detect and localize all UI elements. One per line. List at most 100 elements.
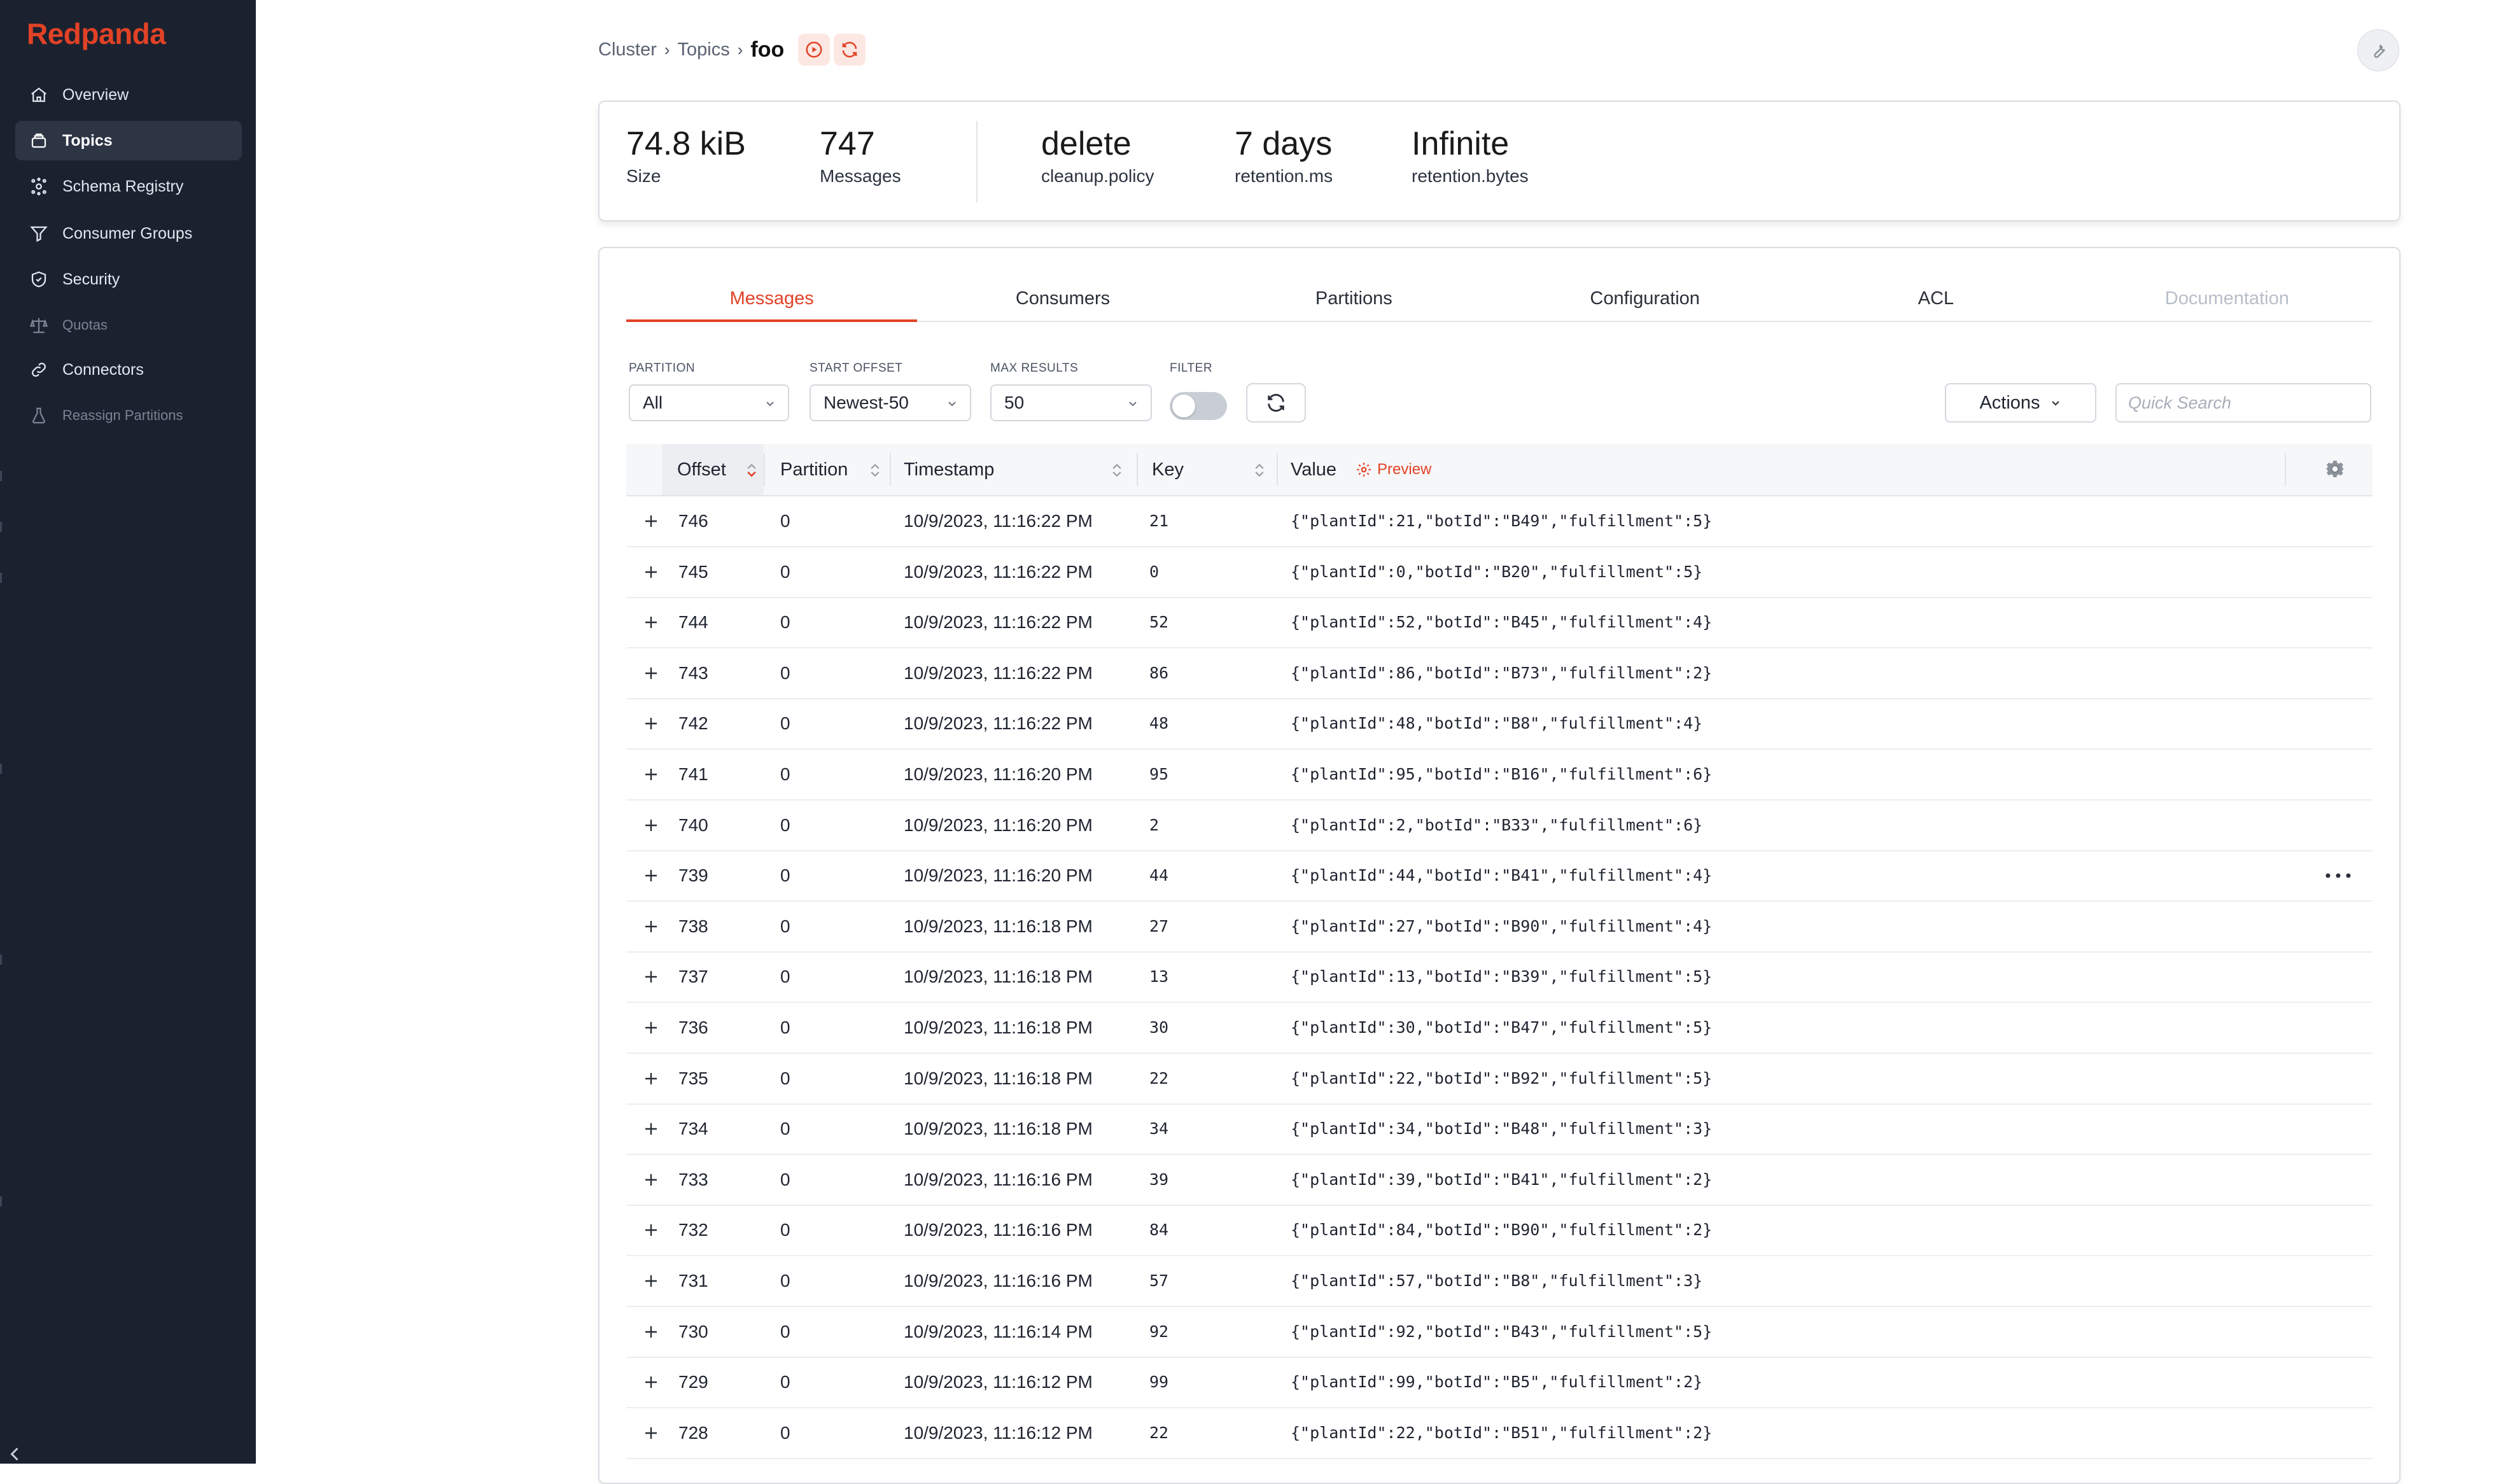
- sidebar-item-security[interactable]: Security: [15, 260, 242, 299]
- cell-offset: 744: [678, 612, 708, 633]
- debug-tools-button[interactable]: [2357, 29, 2399, 71]
- table-row[interactable]: 746 0 10/9/2023, 11:16:22 PM 21 {"plantId":2…: [626, 496, 2373, 547]
- breadcrumb-cluster[interactable]: Cluster: [598, 39, 657, 60]
- sidebar-item-schema-registry[interactable]: Schema Registry: [15, 167, 242, 206]
- column-label: Offset: [677, 459, 726, 480]
- stat-messages: 747 Messages: [820, 125, 901, 186]
- cell-offset: 735: [678, 1068, 708, 1088]
- tab-messages[interactable]: Messages: [626, 276, 918, 322]
- cell-value: {"plantId":34,"botId":"B48","fulfillment…: [1291, 1119, 1713, 1138]
- table-row[interactable]: 731 0 10/9/2023, 11:16:16 PM 57 {"plantId":5…: [626, 1256, 2373, 1307]
- quick-search-input[interactable]: [2115, 383, 2371, 423]
- table-row[interactable]: 740 0 10/9/2023, 11:16:20 PM 2 {"plantId":2,…: [626, 801, 2373, 851]
- actions-dropdown-button[interactable]: Actions: [1945, 383, 2096, 423]
- sidebar-item-label: Topics: [62, 131, 113, 150]
- column-label: Partition: [780, 459, 848, 480]
- sidebar-item-connectors[interactable]: Connectors: [15, 350, 242, 389]
- produce-record-button[interactable]: [798, 34, 831, 66]
- sidebar-item-overview[interactable]: Overview: [15, 75, 242, 115]
- expand-row-plus-icon[interactable]: [642, 1119, 661, 1138]
- cell-partition: 0: [780, 561, 790, 582]
- refresh-messages-button[interactable]: [1246, 383, 1306, 423]
- cell-offset: 741: [678, 764, 708, 784]
- redpanda-logo[interactable]: Redpanda: [27, 17, 166, 51]
- expand-row-plus-icon[interactable]: [642, 816, 661, 835]
- stat-value: delete: [1041, 125, 1132, 162]
- page-title: foo: [750, 37, 785, 62]
- table-row[interactable]: 743 0 10/9/2023, 11:16:22 PM 86 {"plantId":8…: [626, 648, 2373, 699]
- start-offset-select[interactable]: Newest-50: [810, 384, 971, 421]
- table-row[interactable]: 745 0 10/9/2023, 11:16:22 PM 0 {"plantId":0,…: [626, 547, 2373, 598]
- tab-acl[interactable]: ACL: [1790, 276, 2081, 321]
- column-settings-gear-icon[interactable]: [2324, 458, 2346, 480]
- column-header-timestamp[interactable]: Timestamp: [891, 444, 1137, 495]
- sidebar-item-label: Consumer Groups: [62, 224, 193, 242]
- partition-select[interactable]: All: [629, 384, 789, 421]
- expand-row-plus-icon[interactable]: [642, 512, 661, 531]
- max-results-select[interactable]: 50: [990, 384, 1152, 421]
- table-row[interactable]: 738 0 10/9/2023, 11:16:18 PM 27 {"plantId":2…: [626, 902, 2373, 953]
- expand-row-plus-icon[interactable]: [642, 1170, 661, 1189]
- collapse-sidebar-icon[interactable]: [5, 1445, 24, 1464]
- expand-row-plus-icon[interactable]: [642, 1271, 661, 1291]
- cell-value: {"plantId":22,"botId":"B51","fulfillment…: [1291, 1423, 1713, 1442]
- cell-key: 27: [1149, 916, 1169, 935]
- column-header-offset[interactable]: Offset: [662, 444, 764, 495]
- tab-consumers[interactable]: Consumers: [917, 276, 1208, 321]
- expand-row-plus-icon[interactable]: [642, 1373, 661, 1392]
- scroll-marker: [0, 573, 2, 583]
- expand-row-plus-icon[interactable]: [642, 613, 661, 632]
- sidebar-item-label: Reassign Partitions: [62, 407, 183, 423]
- partition-select-value: All: [643, 393, 663, 412]
- expand-row-plus-icon[interactable]: [642, 765, 661, 784]
- cell-timestamp: 10/9/2023, 11:16:16 PM: [904, 1169, 1093, 1189]
- stat-cleanup-policy: delete cleanup.policy: [1041, 125, 1154, 186]
- expand-row-plus-icon[interactable]: [642, 866, 661, 885]
- gear-icon: [1357, 463, 1371, 477]
- table-row[interactable]: 733 0 10/9/2023, 11:16:16 PM 39 {"plantId":3…: [626, 1155, 2373, 1206]
- tab-configuration[interactable]: Configuration: [1499, 276, 1790, 321]
- sidebar-item-consumer-groups[interactable]: Consumer Groups: [15, 214, 242, 253]
- table-row[interactable]: 728 0 10/9/2023, 11:16:12 PM 22 {"plantId":2…: [626, 1408, 2373, 1459]
- cell-key: 84: [1149, 1221, 1169, 1240]
- breadcrumb-topics[interactable]: Topics: [678, 39, 730, 60]
- table-row[interactable]: 732 0 10/9/2023, 11:16:16 PM 84 {"plantId":8…: [626, 1205, 2373, 1257]
- cell-key: 21: [1149, 512, 1169, 530]
- expand-row-plus-icon[interactable]: [642, 664, 661, 683]
- table-row[interactable]: 730 0 10/9/2023, 11:16:14 PM 92 {"plantId":9…: [626, 1307, 2373, 1358]
- sort-desc-icon: [747, 463, 756, 477]
- column-label: Value: [1291, 459, 1337, 480]
- preview-settings-link[interactable]: Preview: [1356, 461, 1431, 479]
- expand-row-plus-icon[interactable]: [642, 1069, 661, 1088]
- table-row[interactable]: 744 0 10/9/2023, 11:16:22 PM 52 {"plantId":5…: [626, 598, 2373, 649]
- cell-offset: 740: [678, 815, 708, 835]
- table-row[interactable]: 741 0 10/9/2023, 11:16:20 PM 95 {"plantId":9…: [626, 750, 2373, 801]
- cell-key: 0: [1149, 562, 1160, 581]
- column-header-key[interactable]: Key: [1138, 444, 1277, 495]
- cell-key: 44: [1149, 866, 1169, 885]
- sidebar-item-topics[interactable]: Topics: [15, 121, 242, 160]
- cell-partition: 0: [780, 916, 790, 936]
- filter-toggle[interactable]: [1170, 392, 1227, 420]
- expand-row-plus-icon[interactable]: [642, 1322, 661, 1341]
- refresh-topic-button[interactable]: [834, 34, 866, 66]
- table-row[interactable]: 736 0 10/9/2023, 11:16:18 PM 30 {"plantId":3…: [626, 1003, 2373, 1054]
- expand-row-plus-icon[interactable]: [642, 967, 661, 986]
- cell-partition: 0: [780, 1018, 790, 1037]
- table-row[interactable]: 742 0 10/9/2023, 11:16:22 PM 48 {"plantId":4…: [626, 699, 2373, 750]
- expand-row-plus-icon[interactable]: [642, 563, 661, 582]
- tab-partitions[interactable]: Partitions: [1209, 276, 1499, 321]
- expand-row-plus-icon[interactable]: [642, 1018, 661, 1037]
- column-header-partition[interactable]: Partition: [765, 444, 890, 495]
- row-more-options-icon[interactable]: [2319, 866, 2357, 885]
- table-row[interactable]: 739 0 10/9/2023, 11:16:20 PM 44 {"plantId":4…: [626, 851, 2373, 902]
- expand-row-plus-icon[interactable]: [642, 1424, 661, 1443]
- expand-row-plus-icon[interactable]: [642, 917, 661, 936]
- table-row[interactable]: 734 0 10/9/2023, 11:16:18 PM 34 {"plantId":3…: [626, 1104, 2373, 1156]
- table-row[interactable]: 729 0 10/9/2023, 11:16:12 PM 99 {"plantId":9…: [626, 1357, 2373, 1409]
- table-row[interactable]: 735 0 10/9/2023, 11:16:18 PM 22 {"plantId":2…: [626, 1054, 2373, 1105]
- chevron-down-icon: [948, 402, 956, 407]
- expand-row-plus-icon[interactable]: [642, 1221, 661, 1240]
- table-row[interactable]: 737 0 10/9/2023, 11:16:18 PM 13 {"plantId":1…: [626, 952, 2373, 1004]
- expand-row-plus-icon[interactable]: [642, 714, 661, 733]
